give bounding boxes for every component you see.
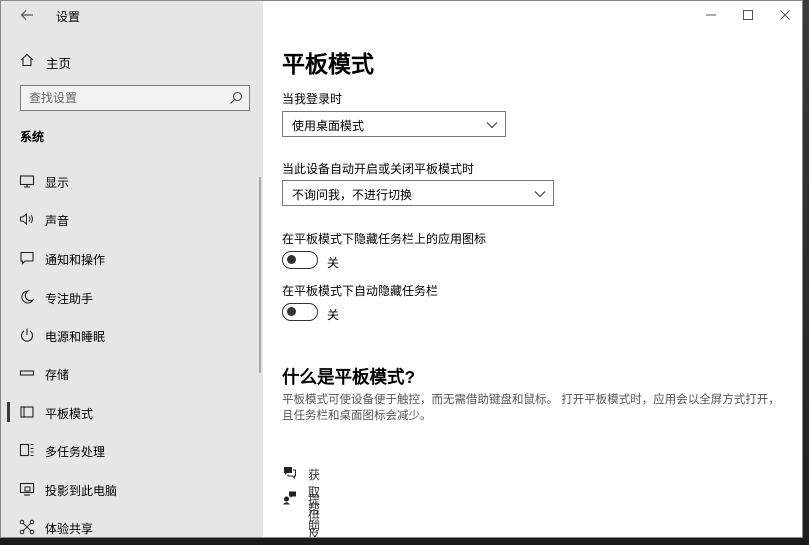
back-arrow-icon[interactable] (17, 5, 37, 25)
minimize-button[interactable] (696, 5, 726, 25)
toggle-knob (287, 307, 296, 316)
sidebar-item-label: 通知和操作 (45, 253, 106, 267)
auto-switch-label: 当此设备自动开启或关闭平板模式时 (282, 162, 475, 176)
sidebar: 设置 主页 系统 显示 (1, 1, 263, 537)
taskbar-edge (0, 538, 809, 545)
about-title: 什么是平板模式? (282, 367, 416, 387)
sidebar-item-display[interactable]: 显示 (1, 163, 263, 199)
sidebar-item-shared-experiences[interactable]: 体验共享 (1, 509, 263, 537)
sidebar-item-power-sleep[interactable]: 电源和睡眠 (1, 317, 263, 353)
sidebar-item-notifications[interactable]: 通知和操作 (1, 240, 263, 276)
sidebar-item-label: 多任务处理 (45, 445, 106, 459)
select-value: 不询问我，不进行切换 (292, 188, 413, 202)
chevron-down-icon (534, 187, 546, 199)
search-input[interactable] (21, 86, 221, 110)
close-button[interactable] (770, 5, 800, 25)
project-icon (19, 481, 35, 497)
hide-icons-state: 关 (327, 256, 340, 270)
home-icon (19, 52, 37, 70)
sidebar-item-label: 显示 (45, 176, 70, 190)
toggle-knob (287, 255, 296, 264)
active-indicator (7, 402, 10, 422)
desktop-background-strip (803, 0, 809, 545)
search-icon[interactable] (229, 91, 243, 105)
storage-icon (19, 365, 35, 381)
sidebar-item-label: 平板模式 (45, 407, 94, 421)
about-description: 平板模式可使设备便于触控，而无需借助键盘和鼠标。 打开平板模式时，应用会以全屏方… (282, 394, 780, 422)
auto-hide-state: 关 (327, 308, 340, 322)
sidebar-item-label: 声音 (45, 214, 70, 228)
settings-window: 设置 主页 系统 显示 (0, 0, 803, 538)
sidebar-item-home[interactable]: 主页 (1, 48, 263, 74)
select-value: 使用桌面模式 (292, 119, 365, 133)
sidebar-item-storage[interactable]: 存储 (1, 355, 263, 391)
multitask-icon (19, 442, 35, 458)
page-title: 平板模式 (282, 51, 374, 77)
sidebar-item-label: 体验共享 (45, 522, 94, 536)
power-icon (19, 327, 35, 343)
auto-switch-select[interactable]: 不询问我，不进行切换 (282, 180, 554, 206)
main-content: 平板模式 当我登录时 使用桌面模式 当此设备自动开启或关闭平板模式时 不询问我，… (263, 1, 802, 538)
speaker-icon (19, 211, 35, 227)
sidebar-item-label: 投影到此电脑 (45, 484, 118, 498)
hide-icons-toggle[interactable] (282, 251, 318, 269)
auto-hide-toggle[interactable] (282, 303, 318, 321)
sidebar-item-project[interactable]: 投影到此电脑 (1, 471, 263, 507)
signin-mode-select[interactable]: 使用桌面模式 (282, 111, 506, 137)
chevron-down-icon (486, 118, 498, 130)
notification-icon (19, 250, 35, 266)
sidebar-item-focus-assist[interactable]: 专注助手 (1, 279, 263, 315)
search-box[interactable] (20, 85, 250, 111)
maximize-button[interactable] (733, 5, 763, 25)
feedback-icon (282, 490, 297, 505)
auto-hide-label: 在平板模式下自动隐藏任务栏 (282, 284, 439, 298)
sidebar-item-multitasking[interactable]: 多任务处理 (1, 432, 263, 468)
signin-label: 当我登录时 (282, 92, 343, 106)
section-label-system: 系统 (20, 130, 45, 144)
help-chat-icon (282, 465, 297, 480)
monitor-icon (19, 173, 35, 189)
share-icon (19, 519, 35, 535)
hide-icons-label: 在平板模式下隐藏任务栏上的应用图标 (282, 232, 487, 246)
moon-icon (19, 289, 35, 305)
sidebar-scrollbar[interactable] (259, 177, 261, 373)
home-label: 主页 (46, 57, 72, 71)
link-label: 提供反馈 (308, 493, 321, 538)
sidebar-item-sound[interactable]: 声音 (1, 201, 263, 237)
sidebar-item-label: 存储 (45, 368, 70, 382)
sidebar-item-label: 专注助手 (45, 292, 94, 306)
sidebar-item-tablet-mode[interactable]: 平板模式 (1, 394, 263, 430)
titlebar-left: 设置 (1, 1, 263, 29)
tablet-mode-icon (19, 404, 35, 420)
app-title: 设置 (56, 10, 81, 24)
sidebar-item-label: 电源和睡眠 (45, 330, 106, 344)
